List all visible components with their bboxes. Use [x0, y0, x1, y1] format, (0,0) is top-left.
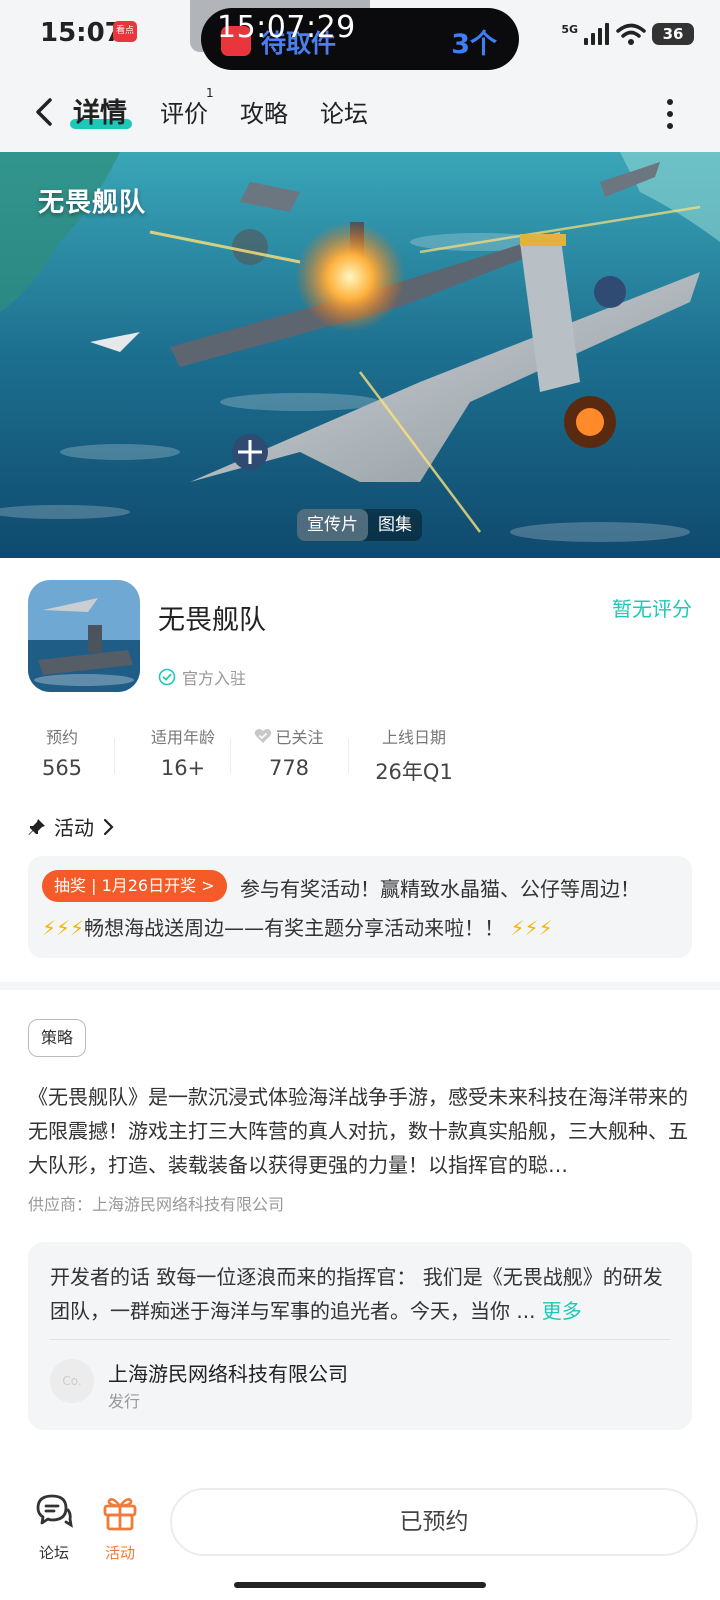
more-options-icon[interactable]: [660, 96, 680, 132]
pin-icon: [28, 818, 45, 835]
rating-text[interactable]: 暂无评分: [612, 593, 692, 622]
game-description[interactable]: 《无畏舰队》是一款沉浸式体验海洋战争手游，感受未来科技在海洋带来的无限震撼！游戏…: [28, 1080, 696, 1182]
game-logo: 无畏舰队: [38, 188, 147, 218]
stat-followers[interactable]: 已关注 778: [246, 724, 332, 780]
stat-value: 565: [41, 756, 83, 780]
back-arrow-icon[interactable]: [26, 92, 66, 132]
stat-divider: [348, 738, 349, 774]
activity-line-1[interactable]: 参与有奖活动！赢精致水晶猫、公仔等周边！: [240, 873, 640, 902]
stat-age-rating: 适用年龄 16+: [128, 724, 238, 780]
stats-row: 预约 565 适用年龄 16+ 已关注 778 上线日期 26年Q1: [28, 724, 498, 790]
signal-icon: [584, 23, 609, 45]
stat-label: 预约: [45, 728, 78, 747]
genre-tag[interactable]: 策略: [28, 1019, 87, 1057]
island-count: 3个: [451, 29, 497, 60]
app-icon-artwork: [28, 580, 140, 692]
stat-value: 16+: [160, 756, 206, 780]
activity-label: 活动: [104, 1544, 135, 1562]
chevron-right-icon: [103, 818, 114, 835]
battery-icon: 36: [652, 23, 694, 45]
review-count: 1: [206, 86, 214, 100]
supplier-text: 供应商：上海游民网络科技有限公司: [28, 1195, 285, 1214]
stat-value: 778: [268, 756, 310, 780]
gift-icon: [103, 1498, 137, 1531]
status-bar: 15:07 看点 待取件 15:07:29 3个 5G 36: [0, 0, 720, 76]
lightning-icon: ⚡⚡⚡: [42, 916, 85, 940]
status-indicators: 5G 36: [561, 20, 694, 48]
forum-button[interactable]: 论坛: [24, 1492, 84, 1563]
island-clock: 15:07:29: [217, 10, 356, 45]
lottery-badge[interactable]: 抽奖 | 1月26日开奖 >: [42, 870, 227, 902]
section-divider: [0, 982, 720, 990]
activity-line-2-text: 畅想海战送周边——有奖主题分享活动来啦！！: [84, 916, 505, 940]
trailer-tab[interactable]: 宣传片: [297, 509, 368, 541]
developer-note[interactable]: 开发者的话 致每一位逐浪而来的指挥官： 我们是《无畏战舰》的研发团队，一群痴迷于…: [50, 1260, 670, 1328]
stat-label-row: 已关注: [246, 724, 332, 748]
top-nav: 详情 评价 1 攻略 论坛: [0, 76, 720, 152]
publisher-avatar[interactable]: Co.: [50, 1359, 94, 1403]
stat-label: 上线日期: [381, 728, 446, 747]
official-verified: 官方入驻: [158, 665, 246, 689]
tab-forum[interactable]: 论坛: [320, 94, 368, 129]
app-name: 无畏舰队: [158, 605, 266, 636]
more-link[interactable]: 更多: [542, 1299, 582, 1323]
stat-label: 适用年龄: [150, 728, 215, 747]
activity-line-2[interactable]: ⚡⚡⚡畅想海战送周边——有奖主题分享活动来啦！！ ⚡⚡⚡: [42, 912, 553, 941]
status-time: 15:07: [40, 18, 123, 48]
stat-divider: [230, 738, 231, 774]
chat-bubbles-icon: [36, 1494, 73, 1528]
home-indicator[interactable]: [234, 1582, 486, 1588]
lightning-icon: ⚡⚡⚡: [510, 916, 553, 940]
stat-divider: [114, 738, 115, 774]
stat-value: 26年Q1: [375, 760, 453, 784]
stat-launch-date: 上线日期 26年Q1: [364, 724, 464, 786]
activity-header[interactable]: 活动: [28, 812, 114, 841]
activity-title: 活动: [54, 816, 94, 840]
network-type: 5G: [561, 22, 578, 36]
wifi-icon: [616, 23, 646, 45]
tab-reviews[interactable]: 评价: [160, 94, 208, 129]
stat-reservations: 预约 565: [28, 724, 96, 780]
developer-divider: [50, 1339, 670, 1340]
tab-details[interactable]: 详情: [73, 91, 127, 130]
verified-check-icon: [158, 668, 176, 686]
tab-guides[interactable]: 攻略: [240, 94, 288, 129]
hero-media[interactable]: 无畏舰队 宣传片 图集: [0, 152, 720, 558]
forum-label: 论坛: [38, 1544, 69, 1562]
notification-app-icon: 看点: [113, 21, 137, 42]
publisher-name[interactable]: 上海游民网络科技有限公司: [108, 1358, 348, 1387]
official-label: 官方入驻: [182, 669, 247, 688]
app-icon: [28, 580, 140, 692]
publisher-role: 发行: [108, 1392, 141, 1411]
heart-check-icon: [255, 729, 272, 743]
media-toggle: 宣传片 图集: [297, 509, 422, 541]
bottom-action-bar: 论坛 活动 已预约: [0, 1480, 720, 1600]
activity-button[interactable]: 活动: [90, 1492, 150, 1563]
reserved-button[interactable]: 已预约: [170, 1488, 698, 1556]
gallery-tab[interactable]: 图集: [368, 509, 422, 541]
developer-card[interactable]: 开发者的话 致每一位逐浪而来的指挥官： 我们是《无畏战舰》的研发团队，一群痴迷于…: [28, 1242, 692, 1430]
activity-card[interactable]: 抽奖 | 1月26日开奖 > 参与有奖活动！赢精致水晶猫、公仔等周边！ ⚡⚡⚡畅…: [28, 856, 692, 958]
stat-label: 已关注: [275, 728, 324, 747]
dynamic-island[interactable]: 待取件 15:07:29 3个: [201, 8, 519, 70]
